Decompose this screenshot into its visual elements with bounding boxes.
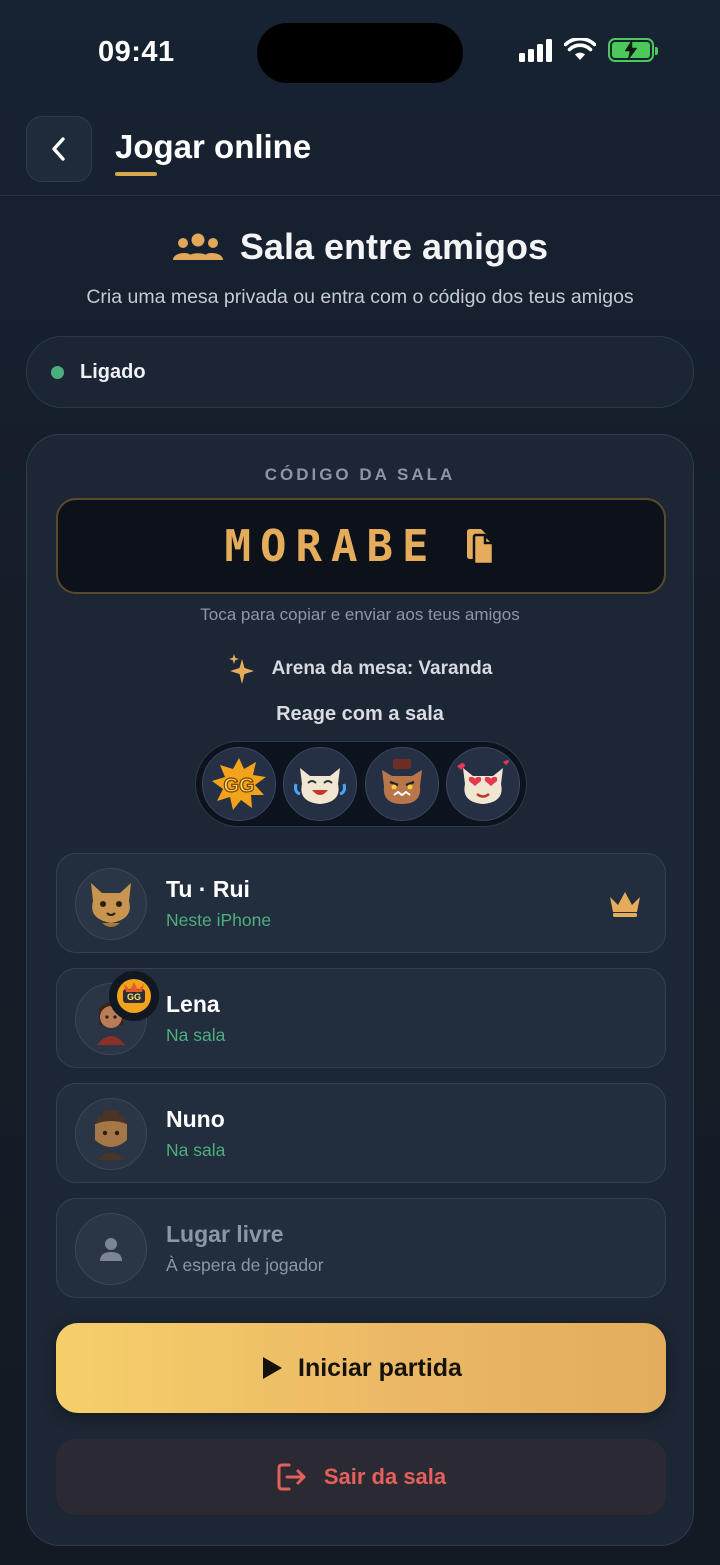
room-code: MORABE [224,520,438,572]
start-match-button[interactable]: Iniciar partida [56,1323,666,1413]
connection-label: Ligado [80,360,146,383]
player-name: Nuno [166,1106,225,1132]
player-name: Tu · Rui [166,876,250,902]
angry-cat-icon [381,759,422,804]
arena-label: Arena da mesa: Varanda [271,658,493,679]
player-row-host[interactable]: Tu · Rui Neste iPhone [56,853,666,953]
play-icon [263,1357,283,1379]
heart-eyes-cat-sticker-button[interactable] [445,747,520,821]
exit-icon [277,1463,306,1491]
gg-sticker-icon: GG [212,758,266,810]
reaction-badge: GG [109,971,159,1021]
heart-eyes-cat-icon [456,760,509,804]
status-time: 09:41 [98,36,175,68]
laughing-cat-sticker-button[interactable] [283,747,358,821]
avatar-placeholder [75,1213,147,1285]
player-status: Na sala [166,1140,226,1160]
status-bar: 09:41 [0,0,720,104]
player-name: Lena [166,991,220,1017]
player-status: À espera de jogador [166,1255,324,1275]
svg-text:GG: GG [223,775,254,797]
avatar [75,868,147,940]
player-name: Lugar livre [166,1221,284,1247]
gg-sticker-button[interactable]: GG [202,747,276,821]
player-row[interactable]: GG Lena Na sala [56,968,666,1068]
group-icon [172,233,223,260]
avatar [75,1098,147,1170]
reaction-bar: GG [195,741,527,827]
fox-avatar-icon [91,883,131,927]
room-card: CÓDIGO DA SALA MORABE Toca para copiar e… [26,434,694,1546]
crown-icon [610,892,640,917]
svg-text:GG: GG [127,992,141,1002]
leave-room-button[interactable]: Sair da sala [56,1439,666,1515]
section-subtitle: Cria uma mesa privada ou entra com o cód… [86,286,634,308]
status-icons [519,38,658,62]
laughing-cat-icon [294,768,347,804]
section-title: Sala entre amigos [239,226,549,267]
player-row[interactable]: Nuno Na sala [56,1083,666,1183]
cat-hat-avatar-icon [95,1110,127,1160]
room-code-button[interactable]: MORABE [56,498,666,594]
section-heading: Sala entre amigos [0,226,720,268]
react-title: Reage com a sala [276,703,444,725]
leave-room-label: Sair da sala [323,1464,447,1489]
back-button[interactable] [26,116,92,182]
sparkles-icon [228,654,254,684]
angry-cat-sticker-button[interactable] [364,747,439,821]
app-header: Jogar online [0,104,720,196]
connection-status: Ligado [26,336,694,408]
code-hint: Toca para copiar e enviar aos teus amigo… [200,605,520,624]
page-title: Jogar online [115,128,312,165]
player-status: Neste iPhone [166,910,272,930]
cellular-signal-icon [519,38,552,62]
title-underline [115,172,157,176]
copy-icon [467,529,495,566]
person-icon [100,1238,122,1261]
room-code-label: CÓDIGO DA SALA [264,465,456,484]
wifi-icon [564,38,596,60]
gg-sticker-icon: GG [117,979,151,1013]
battery-charging-icon [608,38,658,62]
player-status: Na sala [166,1025,226,1045]
dynamic-island [257,23,463,83]
connection-dot [51,365,64,379]
arena-info: Arena da mesa: Varanda [27,653,693,685]
chevron-left-icon [52,137,65,161]
empty-slot[interactable]: Lugar livre À espera de jogador [56,1198,666,1298]
start-match-label: Iniciar partida [298,1353,462,1382]
